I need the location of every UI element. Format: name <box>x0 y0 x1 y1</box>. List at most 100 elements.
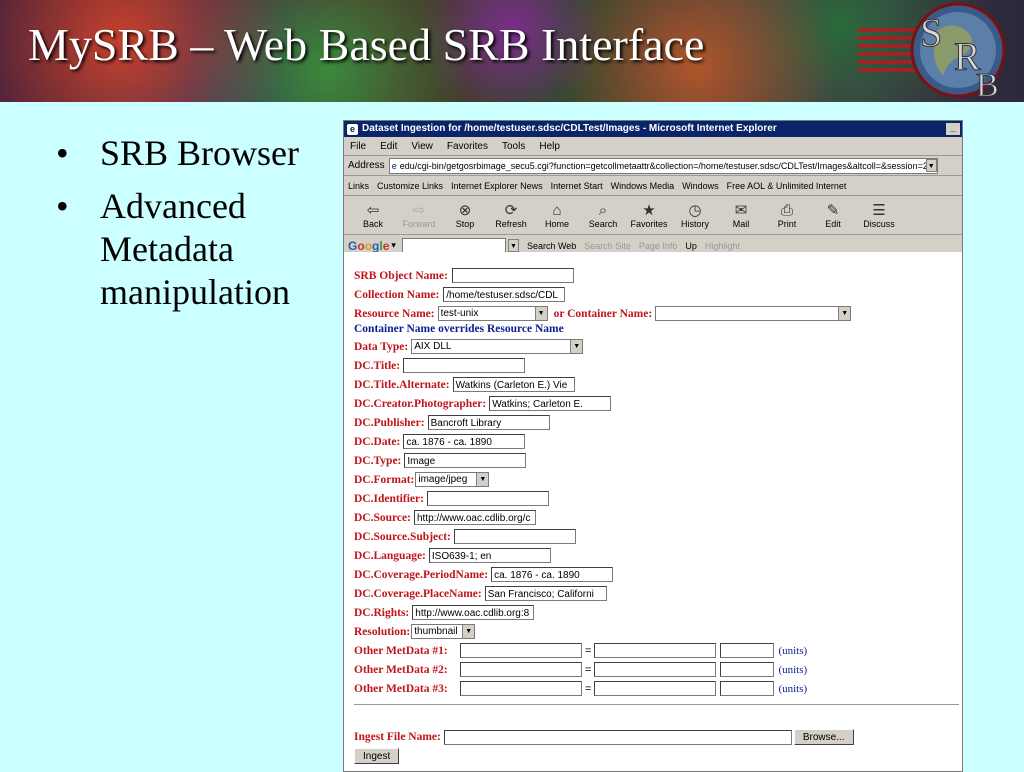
other-metadata-units-input[interactable] <box>720 643 775 658</box>
link-windows-media[interactable]: Windows Media <box>611 181 675 191</box>
dc-coverage-place-input[interactable]: San Francisco; Californi <box>484 586 607 601</box>
collection-name-label: Collection Name: <box>354 288 440 301</box>
highlight-button[interactable]: Highlight <box>705 241 740 251</box>
dc-title-alternate-label: DC.Title.Alternate: <box>354 378 450 391</box>
google-logo[interactable]: Google <box>348 239 389 253</box>
search-button[interactable]: ⌕ Search <box>580 202 626 229</box>
link-internet-start[interactable]: Internet Start <box>551 181 603 191</box>
ingest-button[interactable]: Ingest <box>354 748 400 764</box>
toolbar-button-label: Favorites <box>630 218 668 229</box>
row-resolution: Resolution: thumbnail ▼ <box>354 624 476 639</box>
row-srb-object-name: SRB Object Name: <box>354 268 574 283</box>
minimize-button[interactable]: _ <box>946 123 960 135</box>
other-metadata-value-input[interactable] <box>594 662 717 677</box>
link-free-aol[interactable]: Free AOL & Unlimited Internet <box>727 181 847 191</box>
favorites-button[interactable]: ★ Favorites <box>626 202 672 229</box>
row-dc-source: DC.Source: http://www.oac.cdlib.org/c <box>354 510 536 525</box>
dc-creator-input[interactable]: Watkins; Carleton E. <box>489 396 612 411</box>
dc-date-label: DC.Date: <box>354 435 401 448</box>
toolbar-button-label: Home <box>544 218 569 229</box>
menu-help[interactable]: Help <box>539 141 560 152</box>
menu-bar: File Edit View Favorites Tools Help <box>344 137 962 156</box>
other-metadata-units-input[interactable] <box>720 681 775 696</box>
menu-view[interactable]: View <box>411 141 433 152</box>
page-content: SRB Object Name: Collection Name: /home/… <box>344 252 962 771</box>
dc-title-input[interactable] <box>403 358 526 373</box>
browse-button[interactable]: Browse... <box>793 729 854 745</box>
edit-button[interactable]: ✎ Edit <box>810 202 856 229</box>
up-button[interactable]: Up <box>685 241 697 251</box>
dc-coverage-period-input[interactable]: ca. 1876 - ca. 1890 <box>491 567 614 582</box>
link-customize[interactable]: Customize Links <box>377 181 443 191</box>
dc-format-select[interactable]: image/jpeg ▼ <box>415 472 490 487</box>
page-info-button[interactable]: Page Info <box>639 241 678 251</box>
dc-type-label: DC.Type: <box>354 454 402 467</box>
dc-source-subject-input[interactable] <box>453 529 576 544</box>
edit-icon: ✎ <box>826 201 840 219</box>
dc-source-input[interactable]: http://www.oac.cdlib.org/c <box>413 510 536 525</box>
other-metadata-value-input[interactable] <box>594 681 717 696</box>
other-metadata-name-input[interactable] <box>460 681 582 696</box>
resource-name-select[interactable]: test-unix ▼ <box>437 306 548 321</box>
dc-publisher-input[interactable]: Bancroft Library <box>427 415 550 430</box>
search-icon: ⌕ <box>598 201 608 219</box>
row-other-metadata-1: Other MetData #1: = (units) <box>354 643 807 658</box>
print-icon: ⎙ <box>780 201 793 219</box>
toolbar-button-label: Mail <box>732 218 750 229</box>
srb-object-name-input[interactable] <box>451 268 574 283</box>
row-dc-type: DC.Type: Image <box>354 453 527 468</box>
menu-favorites[interactable]: Favorites <box>447 141 488 152</box>
container-name-label: or Container Name: <box>553 307 653 320</box>
forward-button[interactable]: ⇨ Forward <box>396 202 442 229</box>
history-button[interactable]: ◷ History <box>672 202 718 229</box>
discuss-button[interactable]: ☰ Discuss <box>856 202 902 229</box>
dc-title-label: DC.Title: <box>354 359 401 372</box>
ingest-file-input[interactable] <box>443 729 792 745</box>
other-metadata-units-input[interactable] <box>720 662 775 677</box>
menu-edit[interactable]: Edit <box>380 141 397 152</box>
address-input[interactable]: e edu/cgi-bin/getgosrbimage_secu5.cgi?fu… <box>388 157 938 174</box>
dc-date-input[interactable]: ca. 1876 - ca. 1890 <box>403 434 526 449</box>
dc-language-input[interactable]: ISO639-1; en <box>428 548 551 563</box>
svg-text:S: S <box>920 10 942 55</box>
dc-identifier-label: DC.Identifier: <box>354 492 424 505</box>
link-ie-news[interactable]: Internet Explorer News <box>451 181 543 191</box>
google-dropdown-icon[interactable]: ▾ <box>391 240 396 251</box>
search-web-button[interactable]: Search Web <box>527 241 576 251</box>
back-button[interactable]: ⇦ Back <box>350 202 396 229</box>
other-metadata-name-input[interactable] <box>460 643 582 658</box>
mail-button[interactable]: ✉ Mail <box>718 202 764 229</box>
other-metadata-value-input[interactable] <box>594 643 717 658</box>
home-button[interactable]: ⌂ Home <box>534 202 580 229</box>
google-search-input[interactable] <box>401 238 506 253</box>
dc-type-input[interactable]: Image <box>404 453 527 468</box>
address-dropdown-icon[interactable]: ▼ <box>925 159 937 172</box>
dc-creator-label: DC.Creator.Photographer: <box>354 397 487 410</box>
dc-title-alternate-input[interactable]: Watkins (Carleton E.) Vie <box>452 377 575 392</box>
resolution-select[interactable]: thumbnail ▼ <box>411 624 476 639</box>
google-search-dropdown-icon[interactable]: ▼ <box>507 239 519 252</box>
print-button[interactable]: ⎙ Print <box>764 202 810 229</box>
row-dc-identifier: DC.Identifier: <box>354 491 549 506</box>
link-windows[interactable]: Windows <box>682 181 719 191</box>
slide-header: MySRB – Web Based SRB Interface S R B <box>0 0 1024 102</box>
divider <box>354 704 959 705</box>
links-label: Links <box>348 180 370 191</box>
search-site-button[interactable]: Search Site <box>584 241 631 251</box>
menu-tools[interactable]: Tools <box>502 141 525 152</box>
dc-rights-input[interactable]: http://www.oac.cdlib.org:8 <box>412 605 535 620</box>
window-title: Dataset Ingestion for /home/testuser.sds… <box>362 123 777 134</box>
data-type-select[interactable]: AIX DLL ▼ <box>411 339 584 354</box>
menu-file[interactable]: File <box>350 141 366 152</box>
equals-sign: = <box>585 682 592 695</box>
chevron-down-icon: ▼ <box>838 307 851 320</box>
window-titlebar: e Dataset Ingestion for /home/testuser.s… <box>344 121 962 137</box>
refresh-button[interactable]: ⟳ Refresh <box>488 202 534 229</box>
toolbar-button-label: Back <box>362 218 383 229</box>
container-name-select[interactable]: ▼ <box>655 306 852 321</box>
standard-toolbar: ⇦ Back ⇨ Forward ⊗ Stop ⟳ Refresh ⌂ Home ⌕ Search ★ F… <box>344 196 962 235</box>
collection-name-input[interactable]: /home/testuser.sdsc/CDL <box>443 287 566 302</box>
dc-identifier-input[interactable] <box>426 491 549 506</box>
stop-button[interactable]: ⊗ Stop <box>442 202 488 229</box>
other-metadata-name-input[interactable] <box>460 662 582 677</box>
